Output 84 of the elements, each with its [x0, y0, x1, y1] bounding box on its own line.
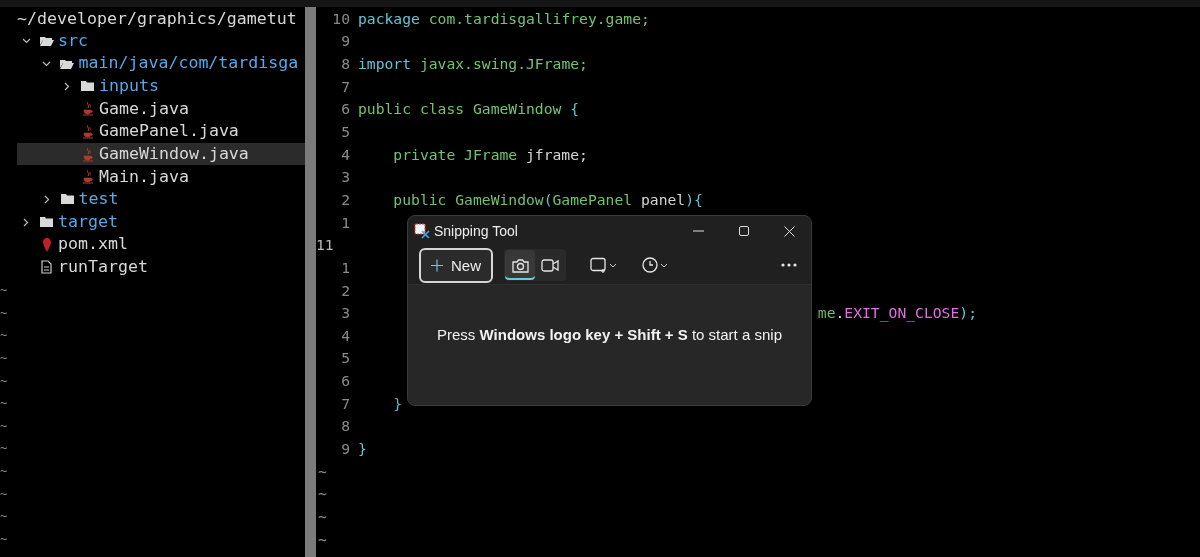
tree-item[interactable]: runTarget: [17, 256, 305, 279]
empty-line-marker: ~: [0, 283, 8, 297]
line-number: 8: [340, 55, 350, 73]
line-number: 9: [340, 440, 350, 457]
tree-item[interactable]: Game.java: [17, 97, 305, 121]
line-number: 4: [340, 145, 350, 163]
open-folder-icon: [39, 35, 54, 46]
line-number: 1: [340, 258, 350, 276]
folder-icon: [60, 194, 74, 205]
empty-line-marker: ~: [0, 328, 8, 343]
tree-item[interactable]: pom.xml: [17, 233, 305, 257]
window-title: Snipping Tool: [434, 223, 518, 239]
timer-dropdown-icon[interactable]: [642, 257, 669, 273]
line-number: 7: [340, 394, 350, 412]
tree-item[interactable]: test: [17, 188, 305, 211]
empty-line-marker: ~: [318, 507, 327, 525]
empty-line-marker: ~: [0, 350, 8, 365]
code-line: me.EXIT_ON_CLOSE);: [817, 304, 977, 322]
line-number: 6: [340, 372, 350, 390]
empty-line-marker: ~: [0, 418, 8, 433]
line-number: 11: [316, 236, 335, 254]
directory-path: ~/developer/graphics/gametut: [16, 7, 298, 30]
tree-item[interactable]: Main.java: [17, 165, 305, 189]
line-number: 5: [340, 349, 350, 367]
tree-item[interactable]: GameWindow.java: [17, 142, 305, 166]
code-line: }: [393, 394, 403, 412]
line-number: 8: [340, 417, 350, 435]
coffee-cup-icon: [81, 101, 94, 117]
tree-item[interactable]: src: [17, 29, 305, 53]
instruction-text: Press Windows logo key + Shift + S to start a snip: [437, 326, 782, 345]
chevron-right-icon: [64, 81, 70, 91]
open-folder-icon: [60, 58, 74, 69]
line-number: 1: [340, 213, 350, 231]
line-number: 3: [340, 304, 350, 322]
tree-item[interactable]: target: [17, 210, 305, 234]
coffee-cup-icon: [81, 124, 94, 139]
empty-line-marker: ~: [0, 305, 8, 320]
empty-line-marker: ~: [318, 485, 327, 503]
document-icon: [41, 260, 52, 275]
line-number: 9: [340, 32, 350, 50]
line-number: 3: [340, 168, 350, 186]
code-line: import javax.swing.JFrame;: [358, 55, 588, 73]
code-line: public class GameWindow {: [358, 100, 580, 118]
chevron-right-icon: [23, 217, 29, 227]
chevron-right-icon: [43, 194, 50, 204]
snip-shape-dropdown-icon[interactable]: [590, 257, 618, 273]
empty-line-marker: ~: [0, 441, 8, 456]
line-number: 7: [340, 77, 350, 95]
coffee-cup-icon: [81, 146, 94, 162]
code-line: package com.tardisgallifrey.game;: [358, 9, 650, 27]
chevron-down-icon: [21, 37, 31, 44]
chevron-down-icon: [42, 60, 51, 67]
tree-item[interactable]: inputs: [17, 74, 305, 98]
line-number: 5: [340, 123, 350, 140]
plus-icon: [431, 258, 443, 272]
line-number: 2: [340, 190, 350, 208]
close-icon[interactable]: [784, 225, 795, 237]
map-pin-icon: [42, 237, 51, 252]
empty-line-marker: ~: [318, 462, 327, 480]
line-number: 2: [340, 281, 350, 299]
empty-line-marker: ~: [318, 530, 327, 548]
line-number: 6: [340, 100, 350, 118]
line-number: 4: [340, 326, 350, 344]
coffee-cup-icon: [81, 169, 94, 185]
folder-icon: [81, 81, 94, 92]
empty-line-marker: ~: [0, 486, 8, 501]
code-line: public GameWindow(GamePanel panel){: [393, 190, 703, 208]
line-number: 10: [331, 9, 350, 27]
empty-line-marker: ~: [0, 532, 8, 547]
code-line: }: [358, 440, 367, 457]
video-camera-icon: [541, 258, 559, 272]
maximize-icon[interactable]: [739, 226, 749, 236]
code-line: private JFrame jframe;: [393, 145, 588, 163]
photo-mode-button[interactable]: [505, 250, 535, 280]
tree-item[interactable]: main/java/com/tardisga: [17, 52, 305, 75]
folder-icon: [40, 217, 53, 228]
empty-line-marker: ~: [0, 464, 8, 479]
more-options-icon[interactable]: [781, 263, 797, 267]
empty-line-marker: ~: [0, 396, 8, 411]
tree-item[interactable]: GamePanel.java: [17, 120, 305, 143]
new-button[interactable]: New: [419, 247, 493, 283]
empty-line-marker: ~: [0, 509, 8, 524]
camera-icon: [511, 257, 529, 273]
empty-line-marker: ~: [0, 373, 8, 388]
